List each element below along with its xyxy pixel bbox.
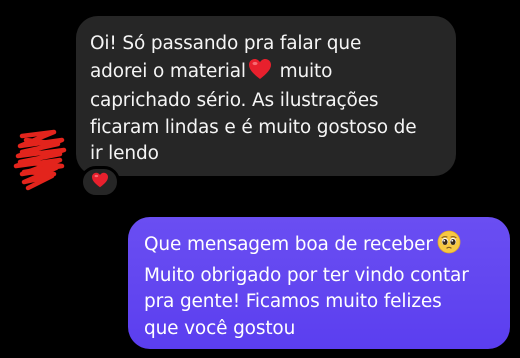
outgoing-line-4: que você gostou	[144, 317, 296, 339]
outgoing-line-2: Muito obrigado por ter vindo contar	[144, 264, 469, 286]
heart-reaction-icon	[91, 172, 109, 192]
outgoing-message-bubble[interactable]: Que mensagem boa de receber Muito obriga…	[128, 217, 510, 349]
heart-emoji-icon	[248, 58, 272, 89]
outgoing-line-1: Que mensagem boa de receber	[144, 234, 433, 255]
incoming-line-2b: muito	[279, 60, 333, 82]
message-reaction[interactable]	[80, 166, 120, 198]
incoming-line-2a: adorei o material	[90, 60, 246, 82]
incoming-message-bubble[interactable]: Oi! Só passando pra falar que adorei o m…	[76, 16, 456, 176]
avatar-redacted-scribble	[12, 128, 70, 194]
pleading-face-emoji-icon	[437, 230, 461, 263]
incoming-line-5: ir lendo	[90, 143, 159, 164]
incoming-line-1: Oi! Só passando pra falar que	[90, 33, 362, 54]
outgoing-line-3: pra gente! Ficamos muito felizes	[144, 291, 442, 312]
incoming-message-text: Oi! Só passando pra falar que adorei o m…	[90, 31, 442, 168]
incoming-line-3: caprichado sério. As ilustrações	[90, 90, 379, 111]
incoming-line-4: ficaram lindas e é muito gostoso de	[90, 116, 417, 138]
outgoing-message-text: Que mensagem boa de receber Muito obriga…	[144, 230, 496, 342]
